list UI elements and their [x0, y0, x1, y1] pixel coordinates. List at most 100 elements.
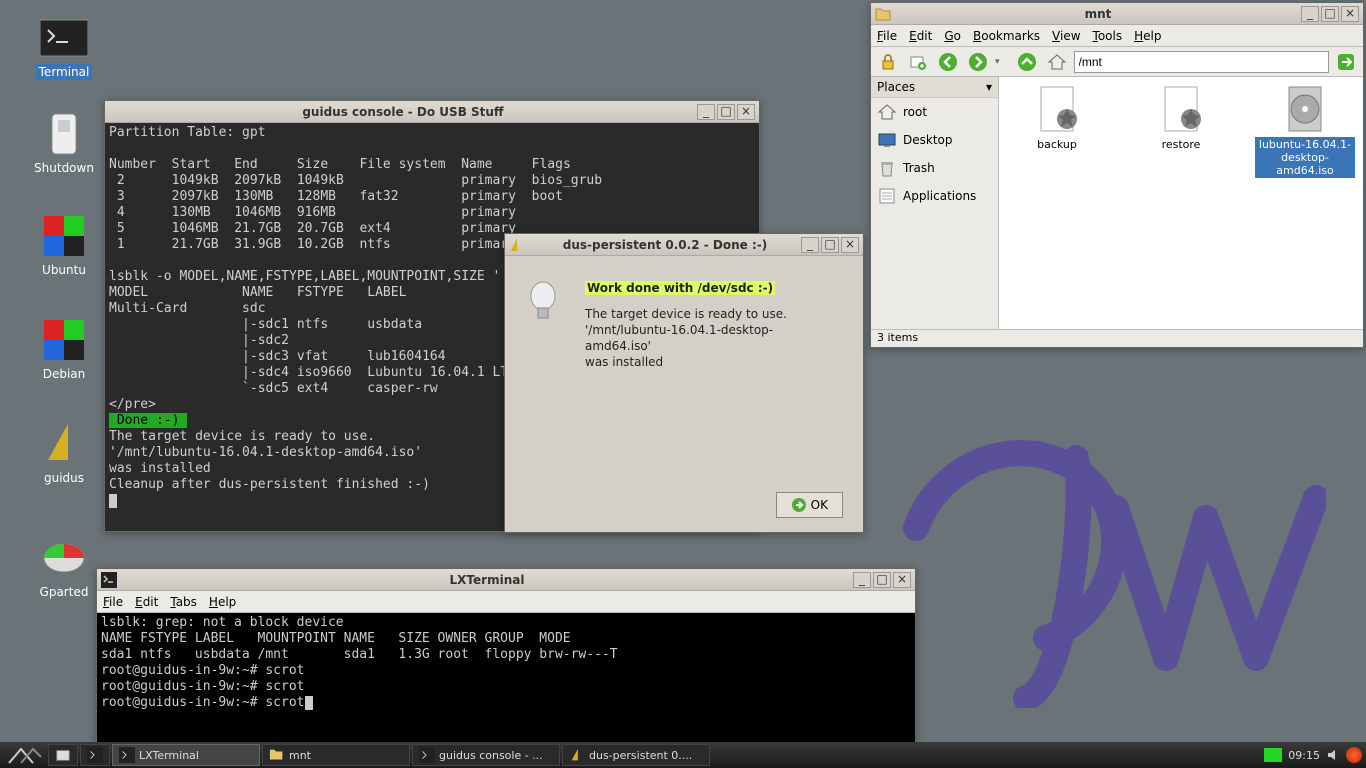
file-label: lubuntu-16.04.1-desktop-amd64.iso — [1255, 137, 1355, 178]
fm-icon — [55, 747, 71, 763]
folder-icon — [875, 6, 891, 22]
lxterm-titlebar[interactable]: LXTerminal _ □ × — [97, 569, 915, 591]
desktop-icon-label: Ubuntu — [39, 262, 89, 278]
maximize-button[interactable]: □ — [717, 104, 735, 120]
taskbar-item[interactable]: dus-persistent 0.... — [562, 744, 710, 766]
taskbar-item[interactable] — [48, 744, 78, 766]
terminal-icon — [40, 14, 88, 62]
place-trash[interactable]: Trash — [871, 154, 998, 182]
menu-tools[interactable]: Tools — [1093, 29, 1123, 43]
lxterm-menubar[interactable]: File Edit Tabs Help — [97, 591, 915, 613]
places-header[interactable]: Places▾ — [871, 77, 998, 98]
maximize-button[interactable]: □ — [873, 572, 891, 588]
forward-button[interactable] — [965, 49, 991, 75]
taskbar-item[interactable]: LXTerminal — [112, 744, 260, 766]
place-icon — [877, 158, 897, 178]
desktop-icon-terminal[interactable]: Terminal — [24, 14, 104, 80]
taskbar-item[interactable] — [80, 744, 110, 766]
close-button[interactable]: × — [737, 104, 755, 120]
volume-icon[interactable] — [1326, 748, 1340, 762]
start-menu-button[interactable] — [4, 744, 46, 766]
sail-icon — [40, 420, 88, 468]
dialog-title: dus-persistent 0.0.2 - Done :-) — [529, 238, 801, 252]
maximize-button[interactable]: □ — [821, 237, 839, 253]
desktop-icon-gparted[interactable]: Gparted — [24, 534, 104, 600]
term-icon — [87, 747, 103, 763]
dialog-message: Work done with /dev/sdc :-) The target d… — [585, 280, 787, 492]
file-item[interactable]: lubuntu-16.04.1-desktop-amd64.iso — [1255, 85, 1355, 178]
dialog-titlebar[interactable]: dus-persistent 0.0.2 - Done :-) _ □ × — [505, 234, 863, 256]
file-item[interactable]: restore — [1131, 85, 1231, 152]
place-desktop[interactable]: Desktop — [871, 126, 998, 154]
fm-sidebar: Places▾ rootDesktopTrashApplications — [871, 77, 999, 329]
place-icon — [877, 130, 897, 150]
clock[interactable]: 09:15 — [1288, 749, 1320, 762]
maximize-button[interactable]: □ — [1321, 6, 1339, 22]
fourcolor-icon — [40, 316, 88, 364]
ok-button-label: OK — [811, 498, 828, 512]
home-button[interactable] — [1044, 49, 1070, 75]
minimize-button[interactable]: _ — [853, 572, 871, 588]
fm-menubar[interactable]: File Edit Go Bookmarks View Tools Help — [871, 25, 1363, 47]
go-button[interactable] — [1333, 49, 1359, 75]
minimize-button[interactable]: _ — [801, 237, 819, 253]
term-icon — [119, 747, 135, 763]
place-icon — [877, 102, 897, 122]
close-button[interactable]: × — [893, 572, 911, 588]
ok-button[interactable]: OK — [776, 492, 843, 518]
close-button[interactable]: × — [1341, 6, 1359, 22]
disk-icon — [40, 534, 88, 582]
file-manager-window[interactable]: mnt _ □ × File Edit Go Bookmarks View Tools He… — [870, 2, 1364, 348]
fm-statusbar: 3 items — [871, 329, 1363, 347]
fm-title: mnt — [895, 7, 1301, 21]
close-button[interactable]: × — [841, 237, 859, 253]
menu-help[interactable]: Help — [209, 595, 236, 609]
system-tray: 09:15 — [1264, 747, 1362, 763]
place-root[interactable]: root — [871, 98, 998, 126]
file-item[interactable]: backup — [1007, 85, 1107, 152]
file-label: restore — [1131, 137, 1231, 152]
menu-view[interactable]: View — [1052, 29, 1080, 43]
taskbar[interactable]: LXTerminalmntguidus console - ...dus-per… — [0, 742, 1366, 768]
new-tab-icon[interactable] — [905, 49, 931, 75]
network-indicator-icon[interactable] — [1264, 748, 1282, 762]
menu-file[interactable]: File — [103, 595, 123, 609]
bulb-icon — [525, 280, 585, 492]
fm-titlebar[interactable]: mnt _ □ × — [871, 3, 1363, 25]
guidus-console-titlebar[interactable]: guidus console - Do USB Stuff _ □ × — [105, 101, 759, 123]
power-button[interactable] — [1346, 747, 1362, 763]
dus-persistent-dialog[interactable]: dus-persistent 0.0.2 - Done :-) _ □ × Wo… — [504, 233, 864, 533]
lxterminal-window[interactable]: LXTerminal _ □ × File Edit Tabs Help lsblk:… — [96, 568, 916, 744]
minimize-button[interactable]: _ — [697, 104, 715, 120]
minimize-button[interactable]: _ — [1301, 6, 1319, 22]
dialog-headline: Work done with /dev/sdc :-) — [585, 281, 775, 295]
desktop-icon-label: Terminal — [36, 64, 93, 80]
back-button[interactable] — [935, 49, 961, 75]
fm-toolbar: ▾ — [871, 47, 1363, 77]
menu-go[interactable]: Go — [944, 29, 961, 43]
sail-icon — [509, 237, 525, 253]
path-input[interactable] — [1074, 51, 1329, 73]
desktop-icon-label: guidus — [41, 470, 87, 486]
place-applications[interactable]: Applications — [871, 182, 998, 210]
lock-icon[interactable] — [875, 49, 901, 75]
menu-edit[interactable]: Edit — [135, 595, 158, 609]
menu-bookmarks[interactable]: Bookmarks — [973, 29, 1040, 43]
taskbar-item[interactable]: guidus console - ... — [412, 744, 560, 766]
taskbar-item[interactable]: mnt — [262, 744, 410, 766]
desktop-icon-ubuntu[interactable]: Ubuntu — [24, 212, 104, 278]
menu-file[interactable]: File — [877, 29, 897, 43]
up-button[interactable] — [1014, 49, 1040, 75]
fm-file-area[interactable]: backup restore lubuntu-16.04.1-desktop-amd… — [999, 77, 1363, 329]
desktop-icon-debian[interactable]: Debian — [24, 316, 104, 382]
script-icon — [1157, 85, 1205, 133]
switch-icon — [40, 110, 88, 158]
desktop-icon-label: Shutdown — [31, 160, 97, 176]
desktop-icon-shutdown[interactable]: Shutdown — [24, 110, 104, 176]
guidus-console-title: guidus console - Do USB Stuff — [109, 105, 697, 119]
desktop-icon-guidus[interactable]: guidus — [24, 420, 104, 486]
menu-edit[interactable]: Edit — [909, 29, 932, 43]
menu-tabs[interactable]: Tabs — [170, 595, 197, 609]
menu-help[interactable]: Help — [1134, 29, 1161, 43]
lxterm-output[interactable]: lsblk: grep: not a block device NAME FST… — [97, 613, 915, 743]
